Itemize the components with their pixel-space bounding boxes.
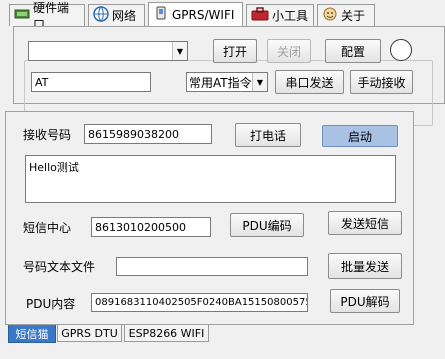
at-command-select[interactable]: 常用AT指令 ▼: [186, 72, 268, 92]
tab-label: 关于: [341, 9, 366, 23]
command-input[interactable]: AT: [31, 72, 151, 92]
number-file-label: 号码文本文件: [23, 259, 96, 274]
tab-about[interactable]: 关于: [317, 4, 375, 26]
number-file-input[interactable]: [116, 257, 308, 276]
pdu-decode-button[interactable]: PDU解码: [330, 289, 400, 313]
call-button[interactable]: 打电话: [235, 123, 301, 147]
tab-hardware-port[interactable]: 硬件端口: [9, 1, 85, 32]
tab-network[interactable]: 网络: [88, 4, 145, 26]
toolbox-icon: [251, 7, 269, 24]
tab-sms-modem[interactable]: 短信猫: [8, 325, 56, 343]
send-sms-button[interactable]: 发送短信: [328, 211, 402, 235]
chevron-down-icon: ▼: [172, 42, 187, 60]
pdu-encode-button[interactable]: PDU编码: [230, 213, 304, 237]
serial-port-panel: ▼ 打开 关闭 配置 AT 常用AT指令 ▼ 串口发送 手动接收: [13, 26, 445, 126]
sms-center-label: 短信中心: [23, 220, 72, 235]
start-button[interactable]: 启动: [322, 125, 398, 147]
tab-gprs-dtu[interactable]: GPRS DTU: [57, 325, 122, 342]
hardware-port-icon: [14, 8, 30, 23]
pdu-content-input[interactable]: 0891683110402505F0240BA15150800575F: [91, 293, 308, 312]
config-button[interactable]: 配置: [325, 39, 381, 63]
tab-label: 网络: [112, 9, 137, 23]
message-textarea[interactable]: Hello测试: [25, 155, 396, 203]
close-button[interactable]: 关闭: [267, 39, 311, 63]
serial-send-button[interactable]: 串口发送: [275, 70, 344, 94]
tab-esp8266-wifi[interactable]: ESP8266 WIFI: [124, 325, 209, 342]
port-select[interactable]: ▼: [28, 41, 188, 61]
batch-send-button[interactable]: 批量发送: [328, 253, 402, 279]
pdu-content-label: PDU内容: [26, 296, 76, 311]
tab-toolbox[interactable]: 小工具: [246, 4, 314, 26]
network-icon: [93, 6, 109, 25]
receiver-number-input[interactable]: 8615989038200: [84, 124, 212, 144]
tab-gprs-wifi[interactable]: GPRS/WIFI: [148, 2, 243, 26]
sms-center-input[interactable]: 8613010200500: [91, 217, 211, 237]
tab-label: GPRS/WIFI: [172, 7, 235, 22]
sms-modem-panel: 接收号码 8615989038200 打电话 启动 Hello测试 短信中心 8…: [5, 111, 414, 325]
status-indicator: [390, 39, 412, 61]
gprs-wifi-icon: [153, 5, 169, 24]
manual-receive-button[interactable]: 手动接收: [350, 70, 413, 94]
open-button[interactable]: 打开: [213, 39, 257, 63]
chevron-down-icon: ▼: [252, 73, 267, 91]
tab-label: 小工具: [272, 9, 309, 23]
receiver-label: 接收号码: [23, 127, 72, 142]
about-icon: [322, 6, 338, 25]
